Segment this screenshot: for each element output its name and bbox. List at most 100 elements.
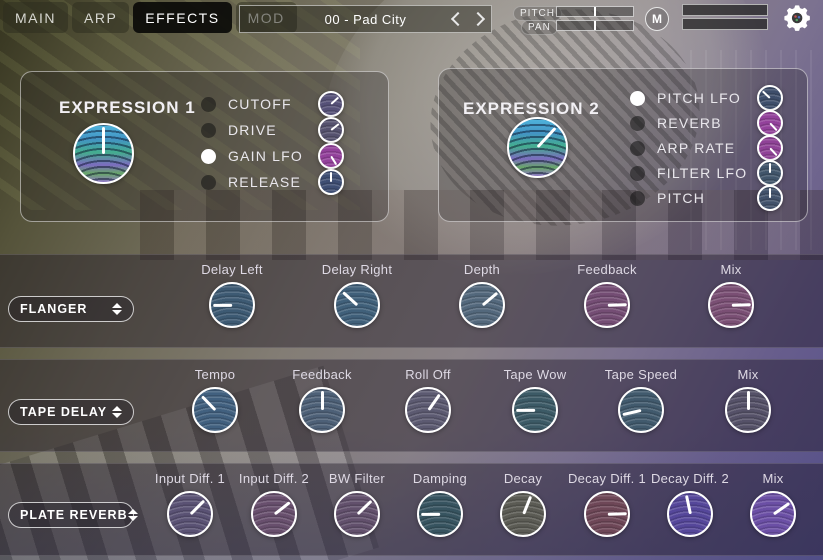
release-amount-knob[interactable] — [318, 169, 344, 195]
option-label: FILTER LFO — [657, 165, 757, 181]
pitch-slider[interactable] — [556, 6, 634, 17]
output-meter-left — [682, 4, 768, 16]
cutoff-amount-knob[interactable] — [318, 91, 344, 117]
knob-pointer — [102, 127, 105, 153]
knob-pointer — [762, 90, 771, 98]
mute-button[interactable]: M — [645, 7, 669, 31]
radio-button[interactable] — [630, 166, 645, 181]
effect-1-type-dropdown[interactable]: FLANGER — [8, 296, 134, 322]
knob-pointer — [330, 123, 339, 131]
radio-button[interactable] — [201, 149, 216, 164]
arp-rate-amount-knob[interactable] — [757, 135, 783, 161]
knob-pointer — [731, 303, 750, 307]
flanger-feedback-knob[interactable] — [584, 282, 630, 328]
effect-3-type-dropdown[interactable]: PLATE REVERB — [8, 502, 134, 528]
settings-button[interactable] — [783, 3, 813, 33]
expression-1-main-knob[interactable] — [73, 123, 134, 184]
tab-arp-label: ARP — [84, 10, 117, 26]
knob-pointer — [481, 291, 498, 306]
radio-button[interactable] — [201, 123, 216, 138]
reverb-input-diff-2-knob[interactable] — [251, 491, 297, 537]
knob-pointer — [342, 291, 358, 306]
reverb-amount-knob[interactable] — [757, 110, 783, 136]
preset-arrows — [453, 6, 483, 32]
option-label: CUTOFF — [228, 96, 318, 112]
effect-2-type-label: TAPE DELAY — [20, 405, 112, 419]
preset-prev-icon[interactable] — [451, 12, 465, 26]
tape-delay-roll-off-knob-group: Roll Off — [373, 367, 483, 433]
flanger-delay-right-knob-group: Delay Right — [302, 262, 412, 328]
expression-1-option-cutoff: CUTOFF — [201, 92, 344, 116]
option-label: DRIVE — [228, 122, 318, 138]
knob-pointer — [201, 395, 217, 411]
pan-slider-handle[interactable] — [594, 21, 596, 30]
expression-2-option-reverb: REVERB — [630, 111, 783, 135]
knob-pointer — [536, 127, 556, 148]
knob-label: Mix — [762, 471, 783, 486]
reverb-mix-knob[interactable] — [750, 491, 796, 537]
reverb-decay-knob[interactable] — [500, 491, 546, 537]
tape-delay-tape-speed-knob[interactable] — [618, 387, 664, 433]
reverb-input-diff-1-knob[interactable] — [167, 491, 213, 537]
preset-next-icon[interactable] — [471, 12, 485, 26]
flanger-depth-knob[interactable] — [459, 282, 505, 328]
reverb-decay-diff-1-knob[interactable] — [584, 491, 630, 537]
gain-lfo-amount-knob[interactable] — [318, 143, 344, 169]
tab-main[interactable]: MAIN — [3, 2, 68, 33]
effect-2-type-dropdown[interactable]: TAPE DELAY — [8, 399, 134, 425]
tape-delay-tempo-knob[interactable] — [192, 387, 238, 433]
pitch-amount-knob[interactable] — [757, 185, 783, 211]
expression-1-option-drive: DRIVE — [201, 118, 344, 142]
tape-delay-roll-off-knob[interactable] — [405, 387, 451, 433]
dropdown-arrows-icon — [112, 303, 122, 315]
knob-pointer — [273, 501, 290, 515]
expression-2-option-filter-lfo: FILTER LFO — [630, 161, 783, 185]
knob-pointer — [421, 513, 440, 516]
knob-label: Decay — [504, 471, 542, 486]
knob-pointer — [685, 495, 692, 515]
reverb-decay-diff-2-knob[interactable] — [667, 491, 713, 537]
knob-pointer — [769, 163, 771, 173]
tab-arp[interactable]: ARP — [72, 2, 129, 33]
radio-button[interactable] — [201, 175, 216, 190]
knob-pointer — [769, 122, 777, 131]
radio-button[interactable] — [630, 191, 645, 206]
radio-button[interactable] — [630, 91, 645, 106]
tape-delay-tape-wow-knob[interactable] — [512, 387, 558, 433]
tab-effects[interactable]: EFFECTS — [133, 2, 231, 33]
drive-amount-knob[interactable] — [318, 117, 344, 143]
expression-2-option-arp-rate: ARP RATE — [630, 136, 783, 160]
flanger-mix-knob[interactable] — [708, 282, 754, 328]
knob-pointer — [321, 391, 324, 410]
flanger-delay-left-knob[interactable] — [209, 282, 255, 328]
expression-1-option-release: RELEASE — [201, 170, 344, 194]
knob-pointer — [522, 496, 532, 515]
knob-label: BW Filter — [329, 471, 385, 486]
radio-button[interactable] — [201, 97, 216, 112]
radio-button[interactable] — [630, 116, 645, 131]
tape-delay-tape-speed-knob-group: Tape Speed — [586, 367, 696, 433]
knob-pointer — [622, 409, 641, 416]
preset-name: 00 - Pad City — [325, 12, 407, 27]
expression-2-main-knob[interactable] — [507, 117, 568, 178]
effect-slot-2: TAPE DELAY Tempo Feedback Roll Off Tape … — [0, 359, 823, 452]
tape-delay-feedback-knob[interactable] — [299, 387, 345, 433]
knob-pointer — [516, 409, 535, 412]
radio-button[interactable] — [630, 141, 645, 156]
tape-delay-mix-knob[interactable] — [725, 387, 771, 433]
reverb-bw-filter-knob[interactable] — [334, 491, 380, 537]
pitch-label: PITCH — [513, 6, 562, 21]
knob-pointer — [769, 147, 777, 156]
gear-icon — [783, 3, 813, 33]
knob-pointer — [189, 499, 205, 515]
flanger-delay-right-knob[interactable] — [334, 282, 380, 328]
reverb-damping-knob[interactable] — [417, 491, 463, 537]
knob-label: Delay Left — [201, 262, 263, 277]
preset-selector[interactable]: 00 - Pad City — [239, 5, 492, 33]
knob-pointer — [772, 502, 790, 516]
pitch-lfo-amount-knob[interactable] — [757, 85, 783, 111]
pitch-slider-handle[interactable] — [594, 7, 596, 16]
knob-label: Feedback — [577, 262, 637, 277]
filter-lfo-amount-knob[interactable] — [757, 160, 783, 186]
pan-slider[interactable] — [556, 20, 634, 31]
